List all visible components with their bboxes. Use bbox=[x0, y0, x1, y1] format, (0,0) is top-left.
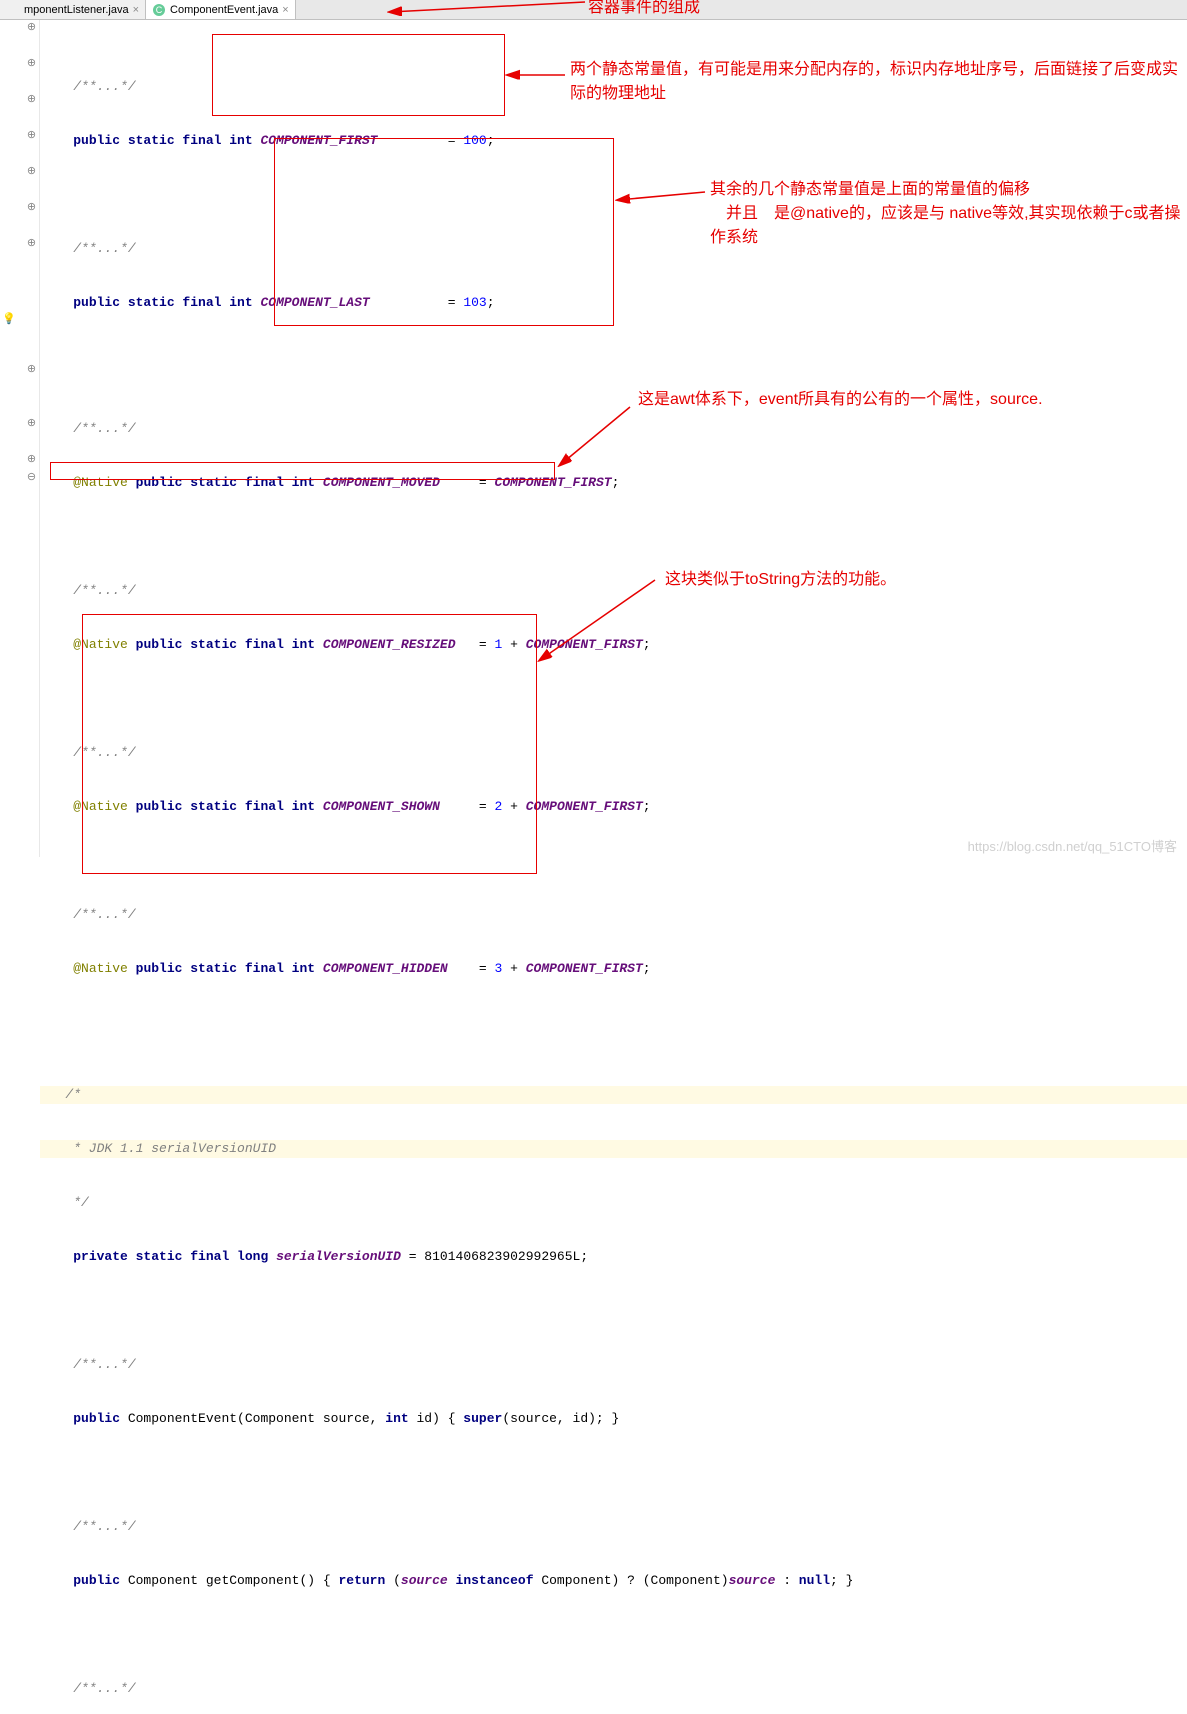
java-class-icon bbox=[6, 3, 20, 17]
fold-icon[interactable]: ⊕ bbox=[26, 366, 37, 377]
fold-icon[interactable]: ⊕ bbox=[26, 456, 37, 467]
tab-label: mponentListener.java bbox=[24, 4, 129, 16]
code-area[interactable]: /**...*/ public static final int COMPONE… bbox=[40, 20, 1187, 857]
fold-icon[interactable]: ⊖ bbox=[26, 474, 37, 485]
bulb-icon[interactable]: 💡 bbox=[2, 312, 16, 326]
close-icon[interactable]: × bbox=[282, 4, 288, 16]
fold-icon[interactable]: ⊕ bbox=[26, 168, 37, 179]
gutter: ⊕ ⊕ ⊕ ⊕ ⊕ ⊕ ⊕ 💡 ⊕ ⊕ ⊕ ⊖ bbox=[0, 20, 40, 857]
fold-icon[interactable]: ⊕ bbox=[26, 204, 37, 215]
editor: ⊕ ⊕ ⊕ ⊕ ⊕ ⊕ ⊕ 💡 ⊕ ⊕ ⊕ ⊖ /**...*/ public … bbox=[0, 20, 1187, 857]
fold-icon[interactable]: ⊕ bbox=[26, 60, 37, 71]
fold-icon[interactable]: ⊕ bbox=[26, 240, 37, 251]
watermark: https://blog.csdn.net/qq_51CTO博客 bbox=[968, 836, 1177, 855]
svg-text:C: C bbox=[156, 5, 163, 15]
fold-icon[interactable]: ⊕ bbox=[26, 24, 37, 35]
fold-icon[interactable]: ⊕ bbox=[26, 420, 37, 431]
tab-componentevent[interactable]: C ComponentEvent.java × bbox=[146, 0, 296, 19]
tab-label: ComponentEvent.java bbox=[170, 4, 278, 16]
fold-icon[interactable]: ⊕ bbox=[26, 96, 37, 107]
fold-icon[interactable]: ⊕ bbox=[26, 132, 37, 143]
annotation-4: 这是awt体系下，event所具有的公有的一个属性，source. bbox=[638, 388, 1187, 412]
tab-bar: mponentListener.java × C ComponentEvent.… bbox=[0, 0, 1187, 20]
java-class-icon: C bbox=[152, 3, 166, 17]
close-icon[interactable]: × bbox=[133, 4, 139, 16]
redbox-constants bbox=[212, 34, 505, 116]
tab-componentlistener[interactable]: mponentListener.java × bbox=[0, 0, 146, 19]
